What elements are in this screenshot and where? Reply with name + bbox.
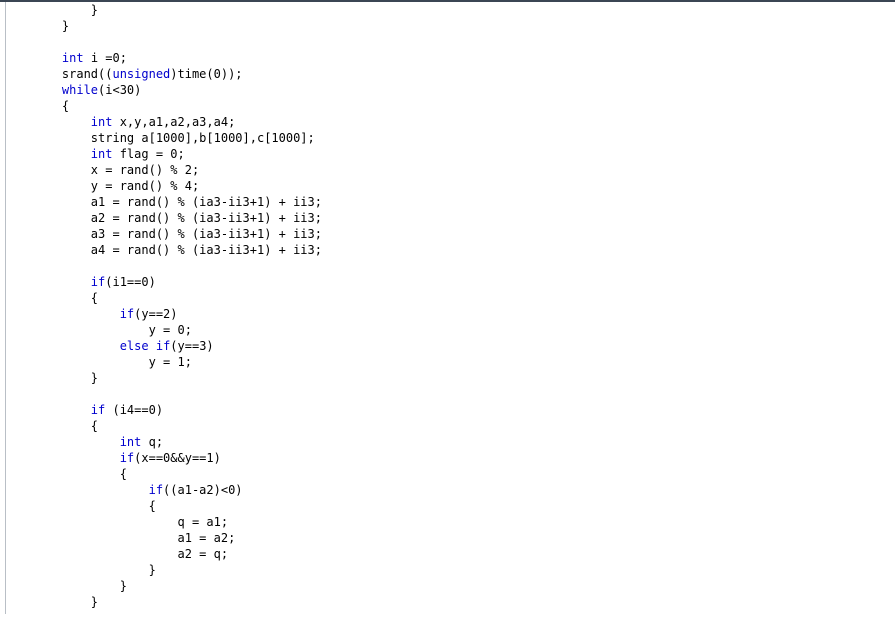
code-line: srand((unsigned)time(0)); [61, 67, 243, 81]
code-line: { [119, 467, 127, 481]
code-line: y = 0; [148, 323, 192, 337]
code-keyword: if [155, 339, 171, 353]
code-line: } [119, 579, 127, 593]
code-line: a4 = rand() % (ia3-ii3+1) + ii3; [90, 243, 322, 257]
code-line: q = a1; [177, 515, 229, 529]
code-line: } [148, 563, 156, 577]
code-keyword: int [61, 51, 84, 65]
code-line: { [90, 419, 99, 433]
code-keyword: int [90, 115, 113, 129]
code-keyword: else [119, 339, 149, 353]
code-line: a2 = q; [177, 547, 229, 561]
code-line: int i =0; [61, 51, 127, 65]
code-keyword: while [61, 83, 99, 97]
code-line: if (i4==0) [90, 403, 164, 417]
code-line: else if(y==3) [119, 339, 214, 353]
code-keyword: if [119, 451, 135, 465]
code-line: y = 1; [148, 355, 192, 369]
code-line: int flag = 0; [90, 147, 185, 161]
code-keyword: int [90, 147, 113, 161]
code-line: { [90, 291, 99, 305]
code-line: if(i1==0) [90, 275, 156, 289]
code-line: { [148, 499, 156, 513]
code-line: a3 = rand() % (ia3-ii3+1) + ii3; [90, 227, 322, 241]
code-keyword: if [119, 307, 135, 321]
code-line: int q; [119, 435, 164, 449]
code-line: } [90, 371, 99, 385]
code-line: if(y==2) [119, 307, 178, 321]
code-keyword: unsigned [112, 67, 171, 81]
code-line: if((a1-a2)<0) [148, 483, 243, 497]
code-line: while(i<30) [61, 83, 142, 97]
code-listing[interactable]: } } int i =0; srand((unsigned)time(0)); … [0, 2, 895, 619]
code-line: a1 = rand() % (ia3-ii3+1) + ii3; [90, 195, 322, 209]
code-keyword: if [90, 275, 106, 289]
code-line: x = rand() % 2; [90, 163, 200, 177]
code-line: a2 = rand() % (ia3-ii3+1) + ii3; [90, 211, 322, 225]
code-viewer-page: } } int i =0; srand((unsigned)time(0)); … [0, 0, 895, 619]
code-keyword: if [148, 483, 164, 497]
code-line: } [61, 19, 70, 33]
code-keyword: int [119, 435, 142, 449]
code-keyword: if [90, 403, 106, 417]
code-line: string a[1000],b[1000],c[1000]; [90, 131, 315, 145]
code-line: a1 = a2; [177, 531, 236, 545]
code-line: int x,y,a1,a2,a3,a4; [90, 115, 236, 129]
code-line: { [61, 99, 70, 113]
code-line: } [90, 595, 99, 609]
code-line: if(x==0&&y==1) [119, 451, 221, 465]
code-line: } [90, 3, 99, 17]
code-line: y = rand() % 4; [90, 179, 200, 193]
